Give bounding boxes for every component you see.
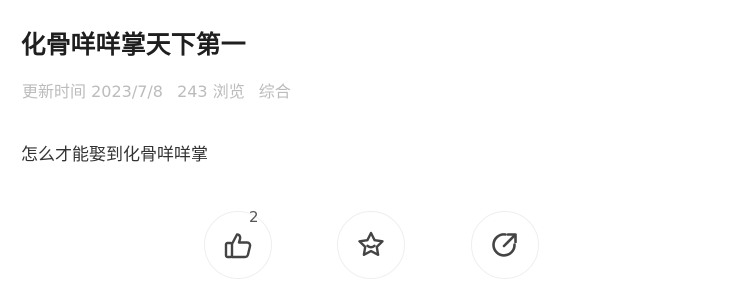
category-tag[interactable]: 综合 bbox=[259, 81, 291, 103]
favorite-button[interactable] bbox=[337, 211, 405, 279]
share-icon bbox=[492, 233, 517, 257]
article-title: 化骨咩咩掌天下第一 bbox=[21, 30, 247, 59]
article-body: 怎么才能娶到化骨咩咩掌 bbox=[21, 145, 208, 165]
view-count: 243 浏览 bbox=[177, 82, 245, 101]
updated-date: 2023/7/8 bbox=[91, 82, 163, 101]
article-meta: 更新时间 2023/7/8 243 浏览 综合 bbox=[22, 81, 291, 103]
updated-label: 更新时间 bbox=[22, 82, 87, 101]
star-icon bbox=[358, 231, 384, 256]
like-button[interactable] bbox=[204, 211, 272, 279]
thumbs-up-icon bbox=[224, 233, 252, 259]
share-button[interactable] bbox=[471, 211, 539, 279]
